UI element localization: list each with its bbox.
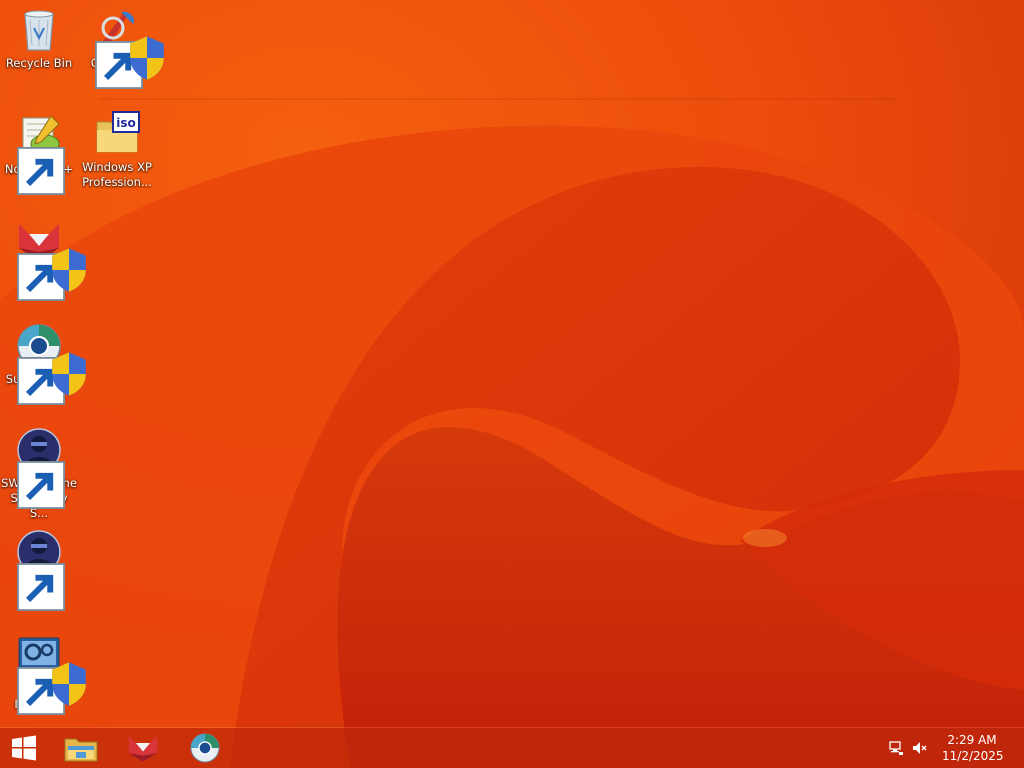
uac-shield-icon (45, 246, 86, 292)
shortcut-arrow-icon (17, 357, 65, 405)
system-tray: 2:29 AM 11/2/2025 (884, 728, 1024, 768)
desktop-icon-swat4-stetchkov[interactable]: SWAT 4 - The Stetchkov S... (1, 426, 77, 521)
uac-shield-icon (45, 350, 86, 396)
shortcut-arrow-icon (17, 667, 65, 715)
desktop-icon-notepad-plus-plus[interactable]: Notepad++ (1, 112, 77, 195)
taskbar-r3dfox[interactable] (115, 728, 171, 768)
desktop-icon-system-informer[interactable]: System Informer (1, 632, 86, 715)
taskbar-file-explorer[interactable] (53, 728, 109, 768)
clock-date: 11/2/2025 (942, 749, 1004, 763)
volume-muted-icon[interactable] (912, 740, 928, 756)
desktop-icon-recycle-bin[interactable]: Recycle Bin (1, 6, 77, 71)
uac-shield-icon (123, 34, 164, 80)
shortcut-arrow-icon (95, 41, 143, 89)
iso-folder-icon: iso (96, 111, 140, 153)
desktop-icon-windows-xp-iso[interactable]: iso Windows XP Profession... (79, 110, 155, 190)
file-explorer-icon (64, 738, 98, 762)
shortcut-arrow-icon (17, 253, 65, 301)
network-icon[interactable] (888, 740, 904, 756)
shortcut-arrow-icon (17, 461, 65, 509)
desktop-icon-r3dfox[interactable]: r3dfox (1, 218, 86, 301)
svg-text:iso: iso (116, 116, 136, 130)
supermium-icon (190, 733, 220, 763)
uac-shield-icon (45, 660, 86, 706)
r3dfox-icon (128, 735, 158, 762)
clock-time: 2:29 AM (947, 733, 997, 747)
recycle-bin-icon (24, 10, 54, 51)
taskbar-clock[interactable]: 2:29 AM 11/2/2025 (942, 732, 1004, 764)
start-windows-icon (12, 735, 36, 761)
taskbar: 2:29 AM 11/2/2025 (0, 728, 1024, 768)
taskbar-supermium[interactable] (177, 728, 233, 768)
desktop-icon-label: Recycle Bin (5, 56, 73, 70)
desktop-icon-label: Windows XP Profession... (82, 160, 152, 189)
start-button[interactable] (0, 728, 48, 768)
shortcut-arrow-icon (17, 147, 65, 195)
desktop-icon-ccleaner[interactable]: CCleaner (79, 6, 164, 89)
desktop-icon-swat4[interactable]: SWAT 4 (1, 528, 77, 611)
desktop-icon-supermium[interactable]: Supermium (1, 322, 86, 405)
shortcut-arrow-icon (17, 563, 65, 611)
